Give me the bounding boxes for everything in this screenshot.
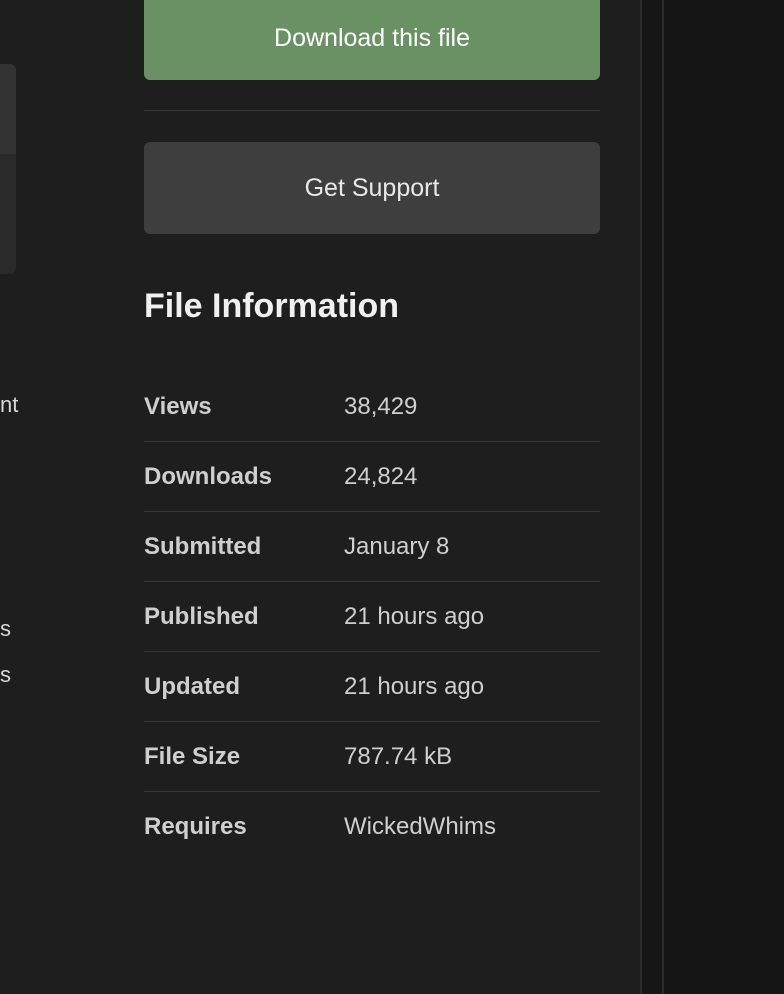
info-value: 21 hours ago (344, 603, 485, 630)
info-row-published: Published 21 hours ago (144, 582, 600, 652)
right-panel (664, 0, 784, 994)
info-label: Requires (144, 813, 247, 840)
gutter (642, 0, 662, 994)
get-support-button[interactable]: Get Support (144, 142, 600, 234)
left-text-fragment: nt (0, 392, 19, 417)
info-label: Published (144, 603, 259, 630)
info-row-downloads: Downloads 24,824 (144, 442, 600, 512)
info-label: Updated (144, 673, 240, 700)
left-card-header-band (0, 64, 16, 154)
info-value: WickedWhims (344, 813, 497, 840)
info-value: 21 hours ago (344, 673, 485, 700)
left-card-fragment (0, 64, 16, 274)
page: nt s s Download this file Get Support Fi… (0, 0, 784, 994)
info-label: Views (144, 393, 212, 420)
info-row-updated: Updated 21 hours ago (144, 652, 600, 722)
divider (144, 110, 600, 111)
info-value: 38,429 (344, 393, 418, 420)
info-value: 787.74 kB (344, 743, 453, 770)
info-row-submitted: Submitted January 8 (144, 512, 600, 582)
info-label: Downloads (144, 463, 273, 490)
info-row-views: Views 38,429 (144, 372, 600, 442)
file-information-heading: File Information (144, 287, 399, 325)
info-value: 24,824 (344, 463, 418, 490)
info-label: Submitted (144, 533, 262, 560)
info-value: January 8 (344, 533, 450, 560)
info-label: File Size (144, 743, 241, 770)
file-info-table: Views 38,429 Downloads 24,824 Submitted … (144, 372, 600, 862)
download-button[interactable]: Download this file (144, 0, 600, 80)
info-row-requires: Requires WickedWhims (144, 792, 600, 862)
left-text-fragment: s (0, 662, 11, 687)
left-text-fragment: s (0, 616, 11, 641)
info-row-file-size: File Size 787.74 kB (144, 722, 600, 792)
